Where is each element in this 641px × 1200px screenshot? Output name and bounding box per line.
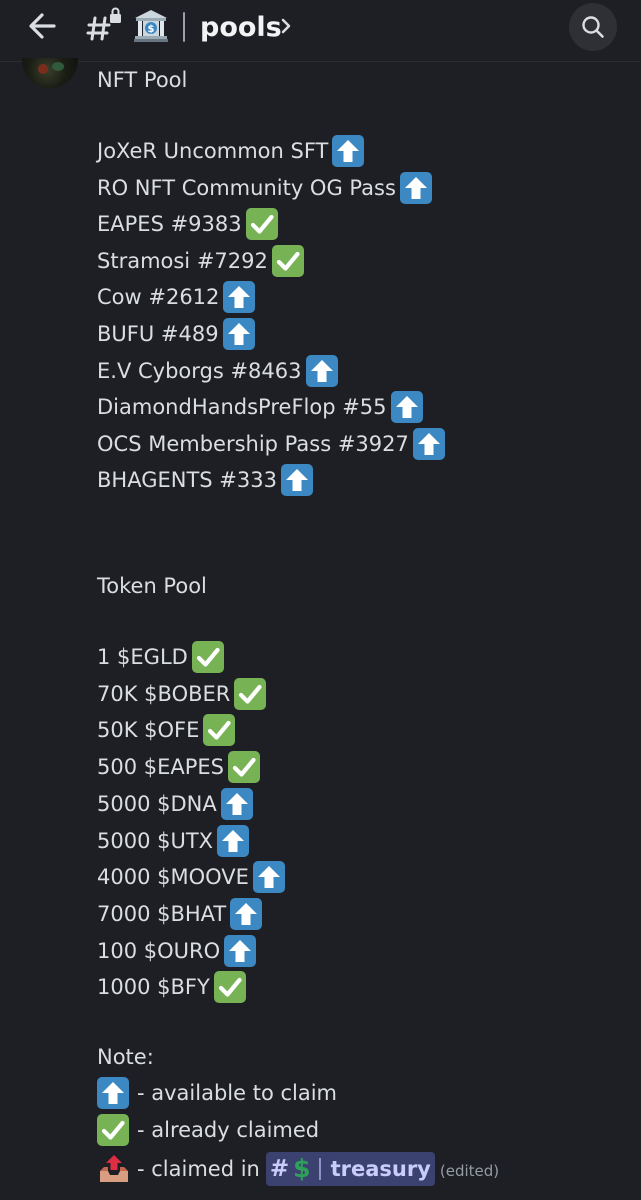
up-arrow-icon — [252, 861, 285, 894]
nft-pool-item-label: Stramosi #7292 — [97, 248, 268, 273]
check-mark-icon — [245, 208, 278, 241]
token-pool-item-label: 4000 $MOOVE — [97, 865, 249, 890]
chevron-right-icon[interactable] — [279, 16, 293, 36]
check-mark-icon — [97, 1114, 129, 1146]
legend-claimed: - already claimed — [97, 1112, 319, 1148]
channel-mention-treasury[interactable]: # $ treasury — [265, 1152, 435, 1186]
nft-pool-item: E.V Cyborgs #8463 — [97, 353, 338, 389]
token-pool-item: 70K $BOBER — [97, 676, 267, 712]
legend-available-text: - available to claim — [137, 1081, 338, 1105]
token-pool-item: 7000 $BHAT — [97, 896, 263, 932]
token-pool-item: 50K $OFE — [97, 712, 236, 748]
nft-pool-item: BHAGENTS #333 — [97, 462, 313, 498]
check-mark-icon — [191, 641, 224, 673]
check-mark-icon — [228, 751, 261, 784]
check-mark-icon — [271, 244, 304, 277]
search-button[interactable] — [569, 3, 617, 51]
text-channel-locked-icon — [85, 6, 125, 46]
back-arrow-icon[interactable] — [24, 6, 64, 46]
up-arrow-icon — [220, 787, 253, 820]
nft-pool-item-label: BUFU #489 — [97, 322, 219, 346]
bank-icon: $ — [133, 8, 169, 44]
search-icon — [582, 16, 604, 38]
token-pool-item: 1000 $BFY — [97, 969, 246, 1005]
avatar[interactable] — [22, 58, 78, 88]
nft-pool-item: DiamondHandsPreFlop #55 — [97, 389, 423, 425]
nft-pool-item: Stramosi #7292 — [97, 243, 304, 279]
up-arrow-icon — [305, 354, 338, 387]
up-arrow-icon — [230, 897, 263, 930]
outbox-tray-icon — [97, 1153, 131, 1185]
bottom-edge — [0, 1190, 641, 1200]
nft-pool-item: RO NFT Community OG Pass — [97, 170, 432, 206]
channel-name[interactable]: pools — [200, 10, 282, 46]
up-arrow-icon — [332, 135, 365, 167]
token-pool-item: 500 $EAPES — [97, 749, 261, 785]
svg-text:$: $ — [148, 24, 155, 35]
nft-pool-item: EAPES #9383 — [97, 206, 278, 242]
nft-pool-item: JoXeR Uncommon SFT — [97, 133, 365, 169]
nft-pool-heading: NFT Pool — [97, 68, 188, 92]
edited-tag: (edited) — [439, 1162, 500, 1180]
token-pool-item: 100 $OURO — [97, 933, 257, 969]
token-pool-item-label: 5000 $UTX — [97, 828, 214, 853]
legend-claimed-in-text: - claimed in — [137, 1157, 260, 1181]
nft-pool-item: BUFU #489 — [97, 316, 255, 352]
legend-available: - available to claim — [97, 1075, 337, 1111]
nft-pool-item: OCS Membership Pass #3927 — [97, 426, 445, 462]
token-pool-item: 5000 $DNA — [97, 786, 253, 822]
up-arrow-icon — [224, 934, 257, 967]
channel-header: $ pools — [0, 0, 641, 62]
token-pool-item-label: 50K $OFE — [97, 718, 200, 743]
nft-pool-item-label: E.V Cyborgs #8463 — [97, 358, 302, 383]
up-arrow-icon — [390, 391, 423, 424]
mention-separator — [318, 1158, 321, 1180]
dollar-sign-icon: $ — [293, 1154, 311, 1183]
nft-pool-item-label: RO NFT Community OG Pass — [97, 175, 396, 200]
nft-pool-item-label: JoXeR Uncommon SFT — [97, 139, 329, 163]
legend-claimed-text: - already claimed — [137, 1118, 320, 1142]
nft-pool-item-label: BHAGENTS #333 — [97, 468, 277, 493]
up-arrow-icon — [280, 464, 313, 497]
token-pool-item-label: 7000 $BHAT — [97, 901, 227, 926]
up-arrow-icon — [217, 824, 250, 857]
nft-pool-item-label: DiamondHandsPreFlop #55 — [97, 395, 387, 420]
hash-icon: # — [269, 1156, 290, 1182]
token-pool-item-label: 500 $EAPES — [97, 755, 225, 780]
token-pool-item-label: 1 $EGLD — [97, 645, 188, 669]
token-pool-heading: Token Pool — [97, 574, 207, 598]
check-mark-icon — [203, 714, 236, 747]
up-arrow-icon — [412, 427, 445, 460]
up-arrow-icon — [223, 281, 256, 314]
token-pool-item: 4000 $MOOVE — [97, 859, 285, 895]
nft-pool-item: Cow #2612 — [97, 279, 256, 315]
header-separator — [183, 12, 185, 42]
token-pool-item-label: 5000 $DNA — [97, 791, 217, 816]
note-heading: Note: — [97, 1045, 154, 1069]
legend-claimed-in: - claimed in # $ treasury (edited) — [97, 1151, 499, 1187]
check-mark-icon — [213, 971, 246, 1004]
token-pool-item-label: 70K $BOBER — [97, 681, 231, 706]
nft-pool-item-label: OCS Membership Pass #3927 — [97, 431, 409, 456]
token-pool-item-label: 100 $OURO — [97, 938, 221, 963]
check-mark-icon — [234, 677, 267, 710]
up-arrow-icon — [97, 1077, 129, 1109]
mention-channel-name: treasury — [330, 1157, 431, 1181]
token-pool-item-label: 1000 $BFY — [97, 975, 210, 1000]
nft-pool-item-label: Cow #2612 — [97, 285, 220, 310]
up-arrow-icon — [399, 171, 432, 204]
nft-pool-item-label: EAPES #9383 — [97, 212, 242, 237]
token-pool-item: 1 $EGLD — [97, 639, 224, 675]
up-arrow-icon — [222, 318, 255, 350]
token-pool-item: 5000 $UTX — [97, 823, 250, 859]
